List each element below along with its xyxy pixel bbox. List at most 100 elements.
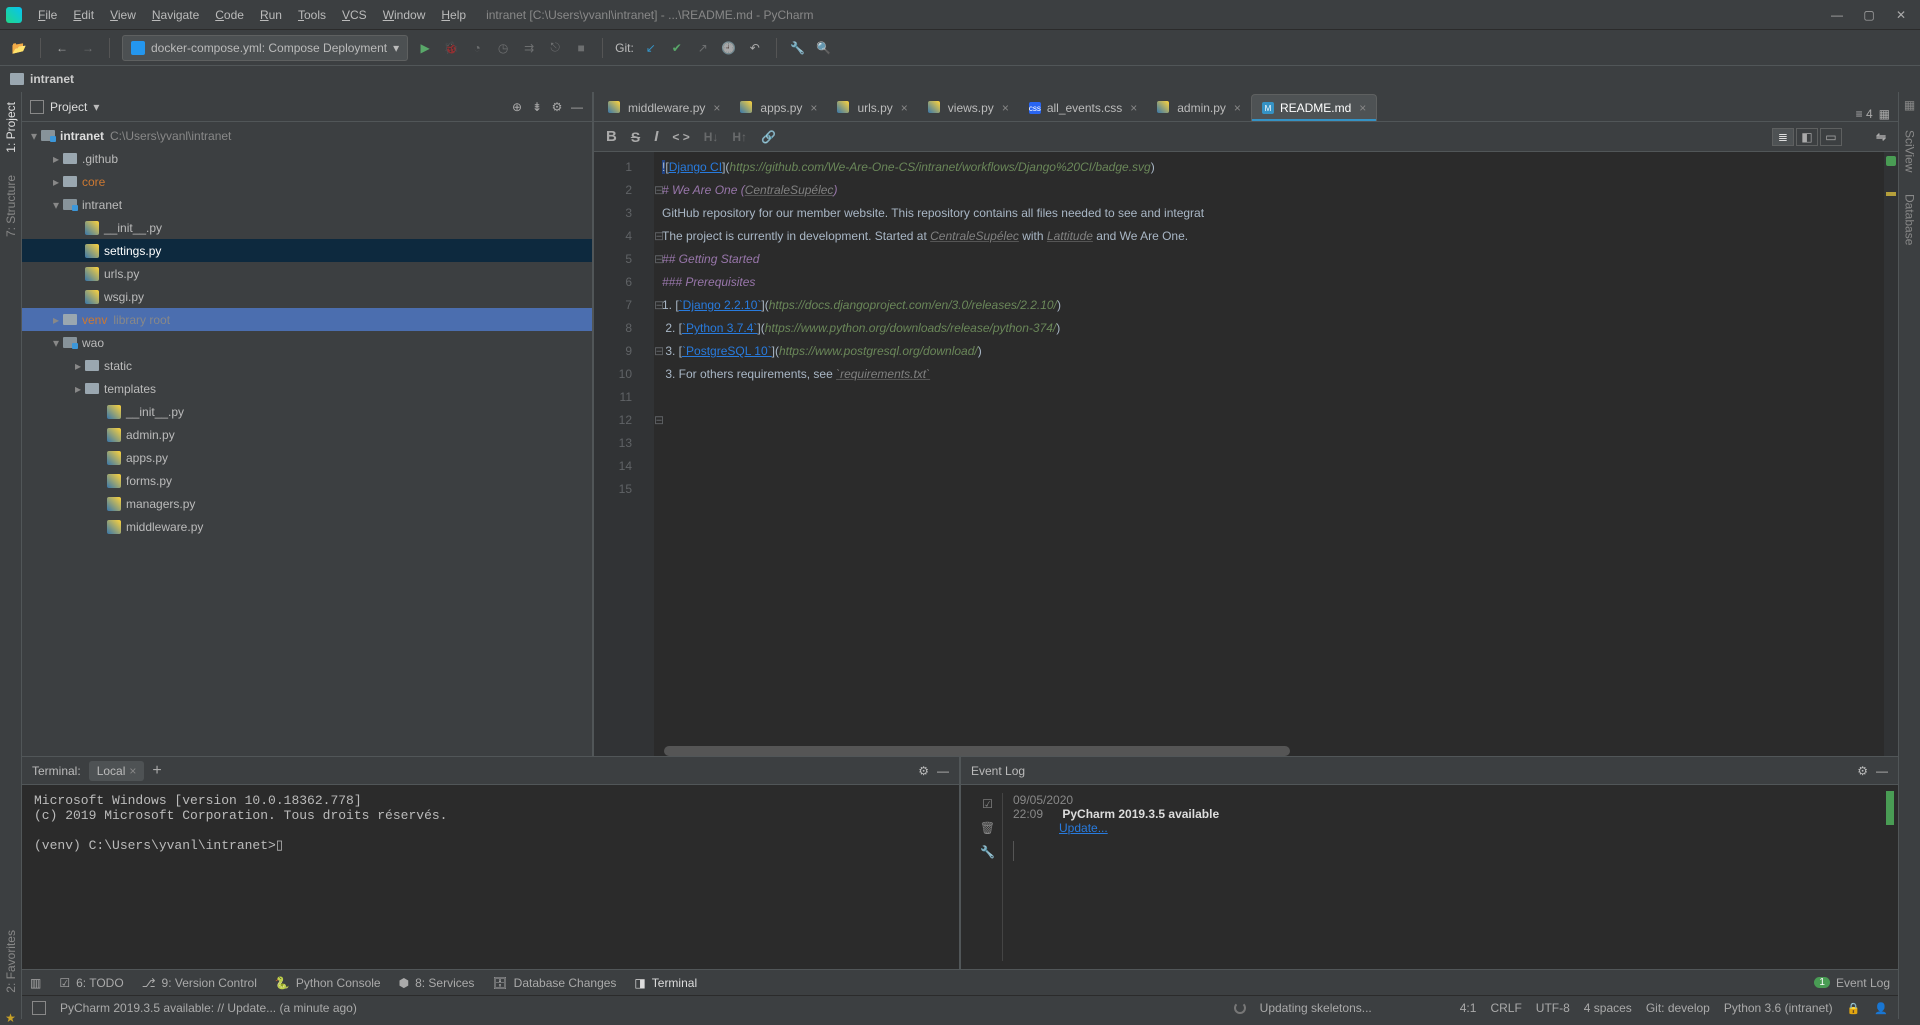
close-icon[interactable]: × [1002,101,1009,115]
terminal-body[interactable]: Microsoft Windows [version 10.0.18362.77… [22,785,959,969]
strike-button[interactable]: S [631,129,640,145]
indent-setting[interactable]: 4 spaces [1584,1001,1632,1015]
configure-icon[interactable]: 🔧 [980,845,995,859]
event-log-hide-icon[interactable]: — [1876,764,1888,778]
tab-terminal[interactable]: ◨ Terminal [634,976,697,990]
tab-project[interactable]: 1: Project [2,98,20,157]
add-terminal-button[interactable]: + [152,762,161,780]
tab-database[interactable]: Database [1901,190,1919,249]
tool-grid-icon[interactable]: ▦ [1904,98,1915,112]
tree-item-venv[interactable]: ▸venvlibrary root [22,308,592,331]
header-up-button[interactable]: H↑ [732,130,747,144]
tab-all-events-css[interactable]: cssall_events.css× [1019,95,1147,121]
caret-position[interactable]: 4:1 [1460,1001,1477,1015]
tree-item---init---py[interactable]: __init__.py [22,400,592,423]
locate-icon[interactable]: ⊕ [510,100,524,114]
tree-item---init---py[interactable]: __init__.py [22,216,592,239]
tree-item-wsgi-py[interactable]: wsgi.py [22,285,592,308]
project-tree[interactable]: ▾ intranet C:\Users\yvanl\intranet ▸.git… [22,122,592,756]
vcs-history-icon[interactable]: 🕘 [720,39,738,57]
soft-wrap-button[interactable]: ⇋ [1876,130,1886,144]
close-icon[interactable]: × [1359,101,1366,115]
project-view-icon[interactable] [30,100,44,114]
warning-marker[interactable] [1886,192,1896,196]
show-tabs-list[interactable]: ≡ 4 [1856,107,1873,121]
menu-code[interactable]: Code [207,4,252,26]
code-editor[interactable]: 123456789101112131415 ⊟⊟⊟⊟⊟⊟ ![Django CI… [594,152,1898,756]
tool-grid-icon[interactable]: ▦ [1879,107,1890,121]
menu-tools[interactable]: Tools [290,4,334,26]
tab-admin-py[interactable]: admin.py× [1147,95,1251,121]
menu-edit[interactable]: Edit [65,4,102,26]
tree-item-static[interactable]: ▸static [22,354,592,377]
tab-db-changes[interactable]: 🗄 Database Changes [492,976,616,990]
view-preview[interactable]: ▭ [1820,128,1842,146]
coverage-button[interactable]: ◔ [468,39,486,57]
minimize-button[interactable]: ― [1830,8,1844,22]
stop-button[interactable]: ■ [572,39,590,57]
tree-item-apps-py[interactable]: apps.py [22,446,592,469]
editor-content[interactable]: ![Django CI](https://github.com/We-Are-O… [654,152,1884,756]
terminal-settings-icon[interactable]: ⚙ [918,764,929,778]
tab-todo[interactable]: ☑ 6: TODO [59,976,123,990]
line-separator[interactable]: CRLF [1490,1001,1521,1015]
git-branch[interactable]: Git: develop [1646,1001,1710,1015]
menu-run[interactable]: Run [252,4,290,26]
tree-item-intranet[interactable]: ▾intranet [22,193,592,216]
delete-icon[interactable]: 🗑 [980,821,995,835]
hide-icon[interactable]: — [570,100,584,114]
vcs-revert-icon[interactable]: ↶ [746,39,764,57]
event-action-link[interactable]: Update... [1059,821,1108,835]
toolbar-toggle-icon[interactable]: ▥ [30,976,41,990]
tree-item-urls-py[interactable]: urls.py [22,262,592,285]
forward-button[interactable]: → [79,39,97,57]
tree-item-middleware-py[interactable]: middleware.py [22,515,592,538]
tree-item-wao[interactable]: ▾wao [22,331,592,354]
close-icon[interactable]: × [1234,101,1241,115]
menu-window[interactable]: Window [375,4,434,26]
tab-sciview[interactable]: SciView [1901,126,1919,176]
settings-icon[interactable]: ⚙ [550,100,564,114]
run-config-selector[interactable]: docker-compose.yml: Compose Deployment ▾ [122,35,408,61]
terminal-hide-icon[interactable]: — [937,764,949,778]
mark-read-icon[interactable]: ☑ [982,797,993,811]
profile-button[interactable]: ◷ [494,39,512,57]
tree-item-forms-py[interactable]: forms.py [22,469,592,492]
link-button[interactable]: 🔗 [761,130,776,144]
status-message[interactable]: PyCharm 2019.3.5 available: // Update...… [60,1001,357,1015]
tab-vcs[interactable]: ⎇ 9: Version Control [142,976,257,990]
event-log-settings-icon[interactable]: ⚙ [1857,764,1868,778]
code-with-me-icon[interactable] [1874,1001,1888,1015]
tab-event-log[interactable]: 1 Event Log [1814,976,1890,990]
tab-structure[interactable]: 7: Structure [2,171,20,241]
close-icon[interactable]: × [810,101,817,115]
close-icon[interactable]: × [713,101,720,115]
collapse-all-icon[interactable]: ⇟ [530,100,544,114]
tree-item-managers-py[interactable]: managers.py [22,492,592,515]
open-icon[interactable]: 📂 [10,39,28,57]
tree-item-templates[interactable]: ▸templates [22,377,592,400]
horizontal-scrollbar[interactable] [664,746,1290,756]
debug-button[interactable]: 🐞 [442,39,460,57]
view-editor-only[interactable]: ≣ [1772,128,1794,146]
view-split[interactable]: ◧ [1796,128,1818,146]
header-down-button[interactable]: H↓ [704,130,719,144]
attach-button[interactable]: ⎋ [546,39,564,57]
code-button[interactable]: < > [672,130,689,144]
tree-root[interactable]: ▾ intranet C:\Users\yvanl\intranet [22,124,592,147]
tree-item-core[interactable]: ▸core [22,170,592,193]
tab-readme-md[interactable]: MREADME.md× [1251,94,1377,121]
vcs-commit-icon[interactable]: ✔ [668,39,686,57]
settings-icon[interactable]: 🔧 [789,39,807,57]
menu-view[interactable]: View [102,4,144,26]
error-stripe[interactable] [1884,152,1898,756]
vcs-push-icon[interactable]: ↗ [694,39,712,57]
tab-apps-py[interactable]: apps.py× [730,95,827,121]
menu-file[interactable]: File [30,4,65,26]
file-encoding[interactable]: UTF-8 [1536,1001,1570,1015]
menu-navigate[interactable]: Navigate [144,4,207,26]
tab-favorites[interactable]: 2: Favorites [2,926,20,997]
close-button[interactable]: ✕ [1894,8,1908,22]
project-title[interactable]: Project [50,100,87,114]
tab-services[interactable]: ⬢ 8: Services [399,976,475,990]
